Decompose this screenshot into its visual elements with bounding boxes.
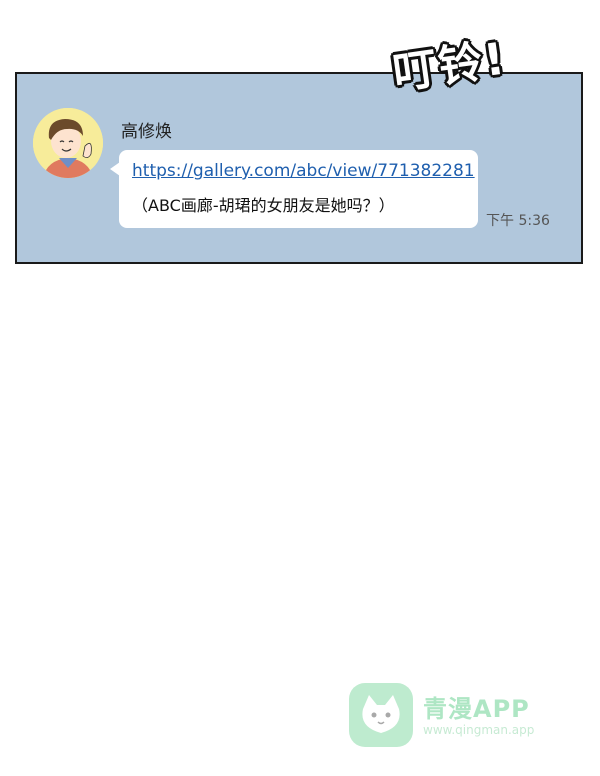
app-logo-icon — [349, 683, 413, 747]
watermark: 青漫APP www.qingman.app — [349, 683, 569, 747]
message-text: （ABC画廊-胡珺的女朋友是她吗？） — [132, 196, 395, 215]
avatar-illustration-icon — [33, 108, 103, 178]
watermark-url: www.qingman.app — [423, 723, 535, 737]
sound-effect-text: 叮铃! — [389, 33, 510, 100]
message-link[interactable]: https://gallery.com/abc/view/771382281 — [132, 161, 475, 181]
sender-name: 高修焕 — [121, 122, 172, 142]
avatar[interactable] — [33, 108, 103, 178]
watermark-app-name: 青漫APP — [423, 695, 530, 723]
sound-effect: 叮铃! — [390, 26, 562, 99]
message-bubble: https://gallery.com/abc/view/771382281 （… — [110, 150, 478, 228]
message-timestamp: 下午 5:36 — [486, 213, 550, 229]
